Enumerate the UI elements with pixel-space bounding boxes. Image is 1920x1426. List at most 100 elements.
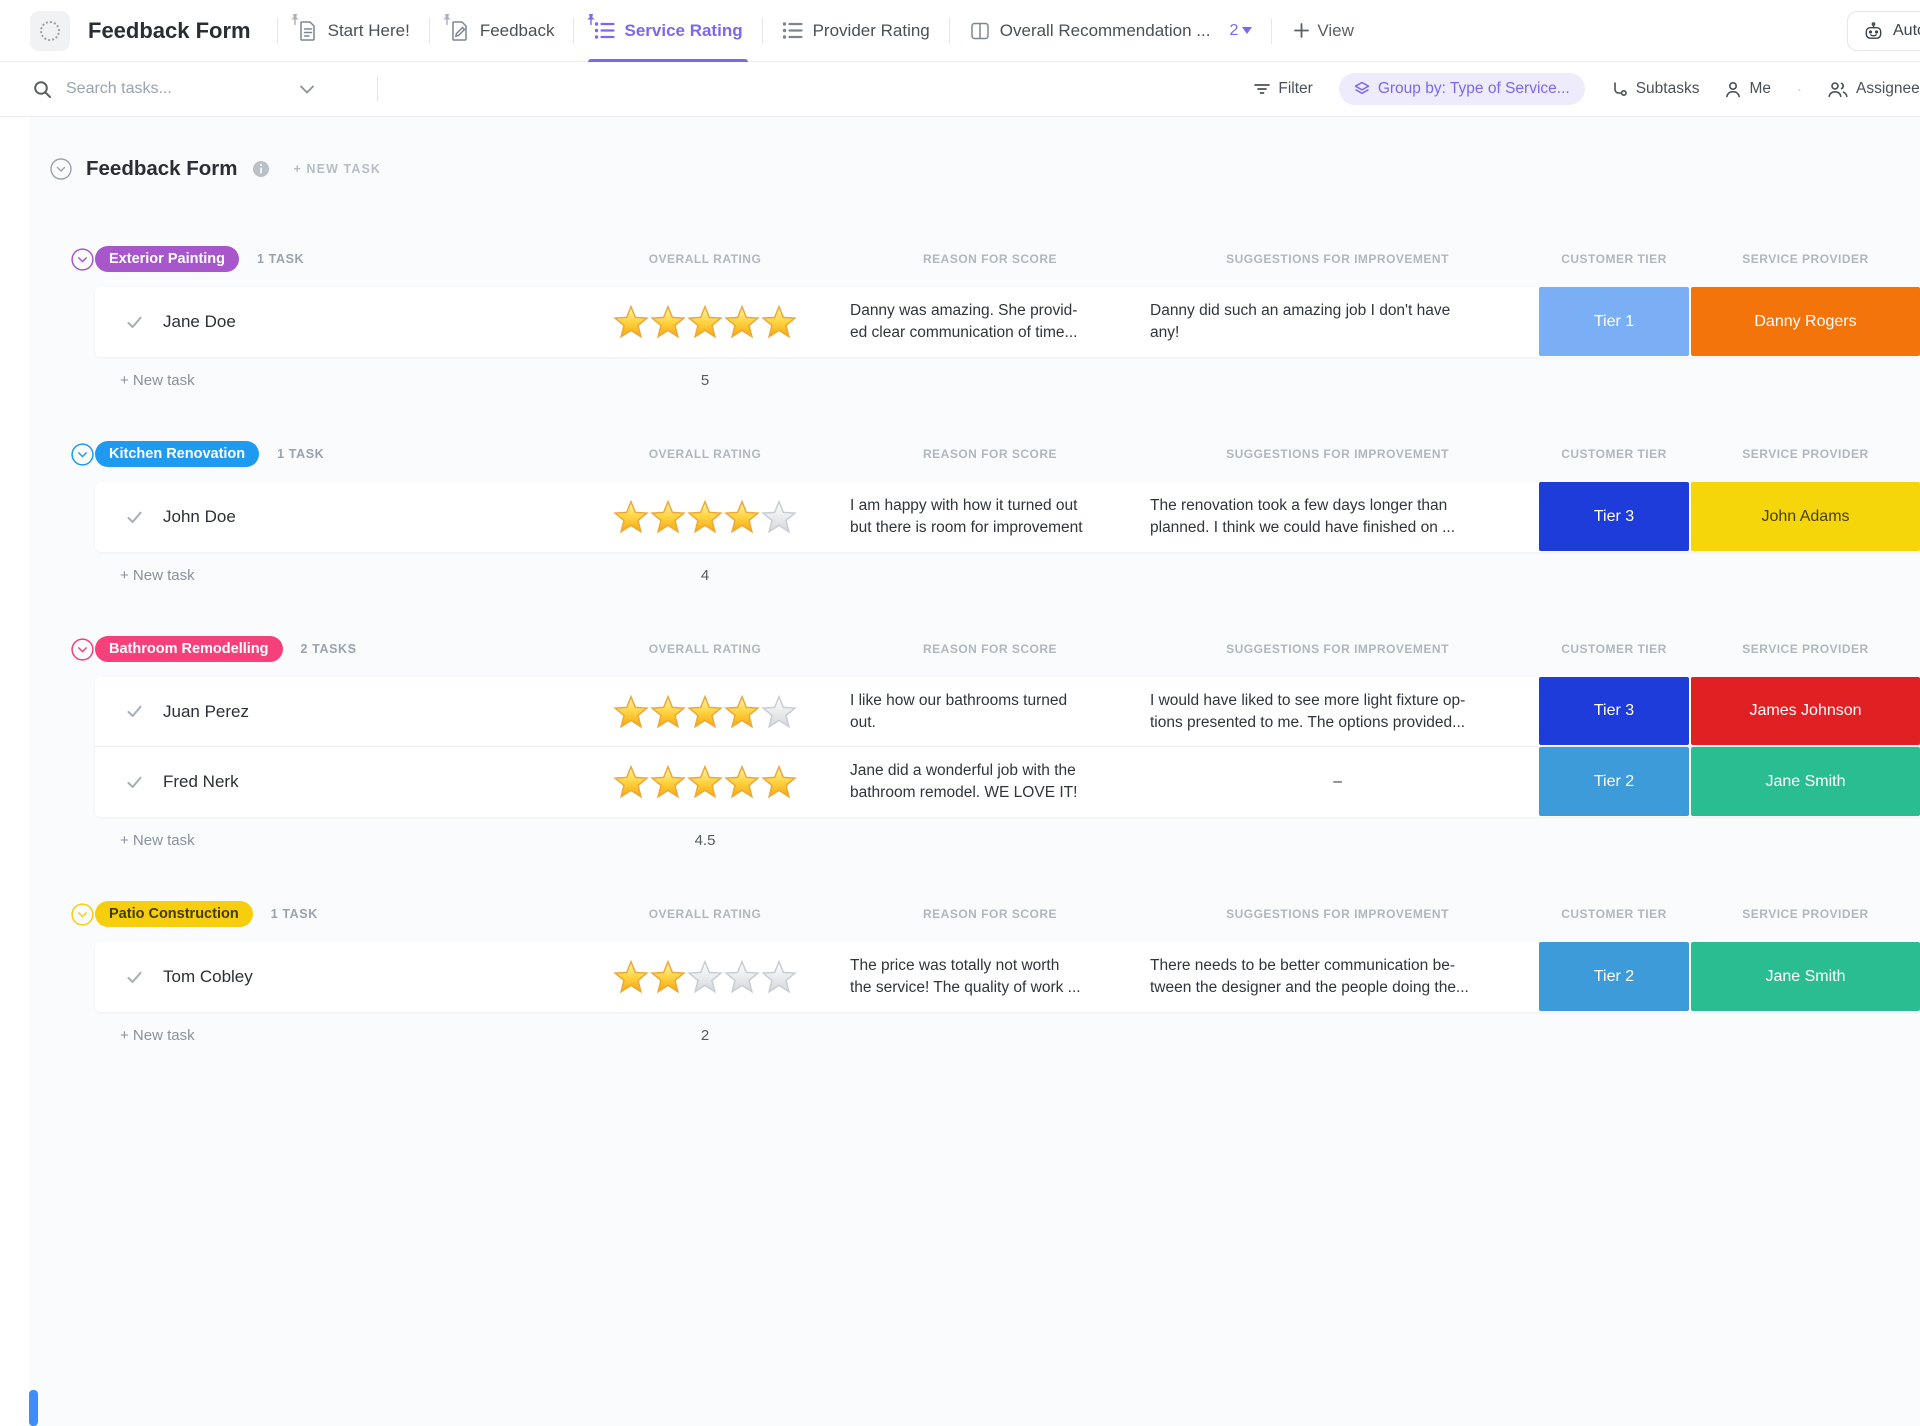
task-row[interactable]: Jane Doe Danny was amazing. She provid- … xyxy=(95,287,1920,357)
column-header-service-provider[interactable]: SERVICE PROVIDER xyxy=(1691,447,1920,461)
service-provider-cell[interactable]: Jane Smith xyxy=(1691,942,1920,1011)
group-by-button[interactable]: Group by: Type of Service... xyxy=(1338,73,1585,105)
column-header-service-provider[interactable]: SERVICE PROVIDER xyxy=(1691,642,1920,656)
collapse-group-icon[interactable] xyxy=(71,902,94,926)
task-name[interactable]: Tom Cobley xyxy=(163,967,253,987)
group-badge[interactable]: Exterior Painting xyxy=(95,246,240,272)
rating-stars[interactable] xyxy=(575,677,835,746)
task-name[interactable]: Juan Perez xyxy=(163,702,249,722)
reason-text[interactable]: I like how our bathrooms turned out. xyxy=(850,677,1130,746)
service-provider-cell[interactable]: Jane Smith xyxy=(1691,747,1920,816)
column-header-overall-rating[interactable]: OVERALL RATING xyxy=(575,252,835,266)
star-icon[interactable] xyxy=(724,959,760,995)
column-header-reason[interactable]: REASON FOR SCORE xyxy=(850,447,1130,461)
star-icon[interactable] xyxy=(761,694,797,730)
add-view-button[interactable]: View xyxy=(1272,21,1376,41)
group-badge[interactable]: Patio Construction xyxy=(95,901,253,927)
column-header-suggestions[interactable]: SUGGESTIONS FOR IMPROVEMENT xyxy=(1150,252,1525,266)
star-icon[interactable] xyxy=(687,764,723,800)
info-icon[interactable] xyxy=(252,160,270,178)
add-task-button[interactable]: + New task xyxy=(95,372,575,389)
column-header-customer-tier[interactable]: CUSTOMER TIER xyxy=(1539,907,1689,921)
customer-tier-cell[interactable]: Tier 2 xyxy=(1539,942,1689,1011)
column-header-customer-tier[interactable]: CUSTOMER TIER xyxy=(1539,642,1689,656)
reason-text[interactable]: I am happy with how it turned out but th… xyxy=(850,482,1130,552)
column-header-service-provider[interactable]: SERVICE PROVIDER xyxy=(1691,907,1920,921)
column-header-reason[interactable]: REASON FOR SCORE xyxy=(850,907,1130,921)
star-icon[interactable] xyxy=(650,764,686,800)
service-provider-cell[interactable]: John Adams xyxy=(1691,482,1920,551)
task-row[interactable]: Fred Nerk Jane did a wonderful job with … xyxy=(95,747,1920,817)
collapse-group-icon[interactable] xyxy=(71,637,94,661)
column-header-suggestions[interactable]: SUGGESTIONS FOR IMPROVEMENT xyxy=(1150,642,1525,656)
chevron-down-icon[interactable] xyxy=(300,85,314,94)
suggestion-text[interactable]: There needs to be better communication b… xyxy=(1150,942,1525,1012)
suggestion-text[interactable]: Danny did such an amazing job I don't ha… xyxy=(1150,287,1525,357)
star-icon[interactable] xyxy=(613,959,649,995)
column-header-overall-rating[interactable]: OVERALL RATING xyxy=(575,447,835,461)
reason-text[interactable]: Jane did a wonderful job with the bathro… xyxy=(850,747,1130,817)
star-icon[interactable] xyxy=(650,304,686,340)
star-icon[interactable] xyxy=(761,304,797,340)
search-input[interactable] xyxy=(66,80,286,98)
add-task-button[interactable]: + New task xyxy=(95,567,575,584)
suggestion-text[interactable]: The renovation took a few days longer th… xyxy=(1150,482,1525,552)
add-task-button[interactable]: + New task xyxy=(95,832,575,849)
reason-text[interactable]: The price was totally not worth the serv… xyxy=(850,942,1130,1012)
task-check-icon[interactable] xyxy=(125,968,144,987)
collapse-group-icon[interactable] xyxy=(71,247,94,271)
star-icon[interactable] xyxy=(761,959,797,995)
column-header-reason[interactable]: REASON FOR SCORE xyxy=(850,252,1130,266)
collapse-group-icon[interactable] xyxy=(71,442,94,466)
star-icon[interactable] xyxy=(687,304,723,340)
me-filter-button[interactable]: Me xyxy=(1725,80,1771,98)
star-icon[interactable] xyxy=(724,694,760,730)
task-check-icon[interactable] xyxy=(125,313,144,332)
star-icon[interactable] xyxy=(613,304,649,340)
task-name[interactable]: Fred Nerk xyxy=(163,772,239,792)
star-icon[interactable] xyxy=(613,764,649,800)
star-icon[interactable] xyxy=(761,499,797,535)
rating-stars[interactable] xyxy=(575,942,835,1012)
tab-start-here[interactable]: Start Here! xyxy=(278,0,429,62)
suggestion-text[interactable]: I would have liked to see more light fix… xyxy=(1150,677,1525,746)
star-icon[interactable] xyxy=(650,499,686,535)
task-check-icon[interactable] xyxy=(125,508,144,527)
task-check-icon[interactable] xyxy=(125,773,144,792)
column-header-reason[interactable]: REASON FOR SCORE xyxy=(850,642,1130,656)
customer-tier-cell[interactable]: Tier 1 xyxy=(1539,287,1689,356)
subtasks-button[interactable]: Subtasks xyxy=(1611,80,1699,98)
assignee-filter-button[interactable]: Assignee xyxy=(1828,80,1920,98)
new-task-button[interactable]: + NEW TASK xyxy=(294,162,382,176)
tab-feedback[interactable]: Feedback xyxy=(430,0,574,62)
scrollbar-thumb[interactable] xyxy=(29,1390,38,1426)
group-badge[interactable]: Kitchen Renovation xyxy=(95,441,260,467)
star-icon[interactable] xyxy=(724,499,760,535)
group-badge[interactable]: Bathroom Remodelling xyxy=(95,636,283,662)
column-header-customer-tier[interactable]: CUSTOMER TIER xyxy=(1539,447,1689,461)
views-count-dropdown[interactable]: 2 xyxy=(1229,22,1253,40)
search-box[interactable] xyxy=(33,80,363,99)
star-icon[interactable] xyxy=(687,694,723,730)
star-icon[interactable] xyxy=(724,764,760,800)
reason-text[interactable]: Danny was amazing. She provid- ed clear … xyxy=(850,287,1130,357)
list-avatar-icon[interactable] xyxy=(30,10,70,51)
tab-overall-recommendation[interactable]: Overall Recommendation ... 2 xyxy=(950,0,1272,62)
customer-tier-cell[interactable]: Tier 3 xyxy=(1539,677,1689,745)
column-header-customer-tier[interactable]: CUSTOMER TIER xyxy=(1539,252,1689,266)
collapse-section-icon[interactable] xyxy=(50,158,72,180)
star-icon[interactable] xyxy=(613,694,649,730)
column-header-overall-rating[interactable]: OVERALL RATING xyxy=(575,907,835,921)
star-icon[interactable] xyxy=(687,499,723,535)
column-header-suggestions[interactable]: SUGGESTIONS FOR IMPROVEMENT xyxy=(1150,447,1525,461)
task-name[interactable]: Jane Doe xyxy=(163,312,236,332)
tab-provider-rating[interactable]: Provider Rating xyxy=(763,0,949,62)
task-row[interactable]: Tom Cobley The price was totally not wor… xyxy=(95,942,1920,1012)
rating-stars[interactable] xyxy=(575,482,835,552)
star-icon[interactable] xyxy=(724,304,760,340)
suggestion-text[interactable]: – xyxy=(1150,747,1525,817)
column-header-overall-rating[interactable]: OVERALL RATING xyxy=(575,642,835,656)
add-task-button[interactable]: + New task xyxy=(95,1027,575,1044)
task-row[interactable]: John Doe I am happy with how it turned o… xyxy=(95,482,1920,552)
column-header-service-provider[interactable]: SERVICE PROVIDER xyxy=(1691,252,1920,266)
